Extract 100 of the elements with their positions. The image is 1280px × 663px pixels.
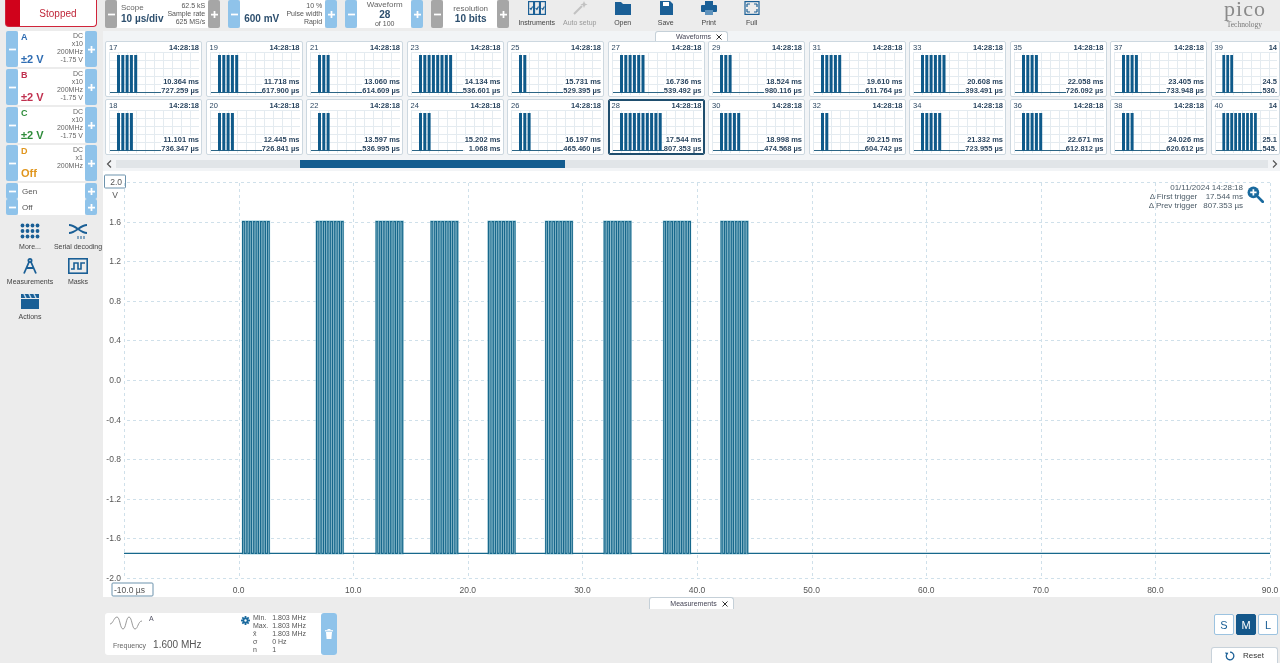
pulse-train-drawing: [712, 52, 764, 95]
pulse-train-drawing: [511, 52, 563, 95]
axis-label: 30.0: [574, 584, 591, 595]
setting-title: Scope: [121, 3, 145, 12]
plus-icon: [87, 121, 95, 129]
channel-range: ±2 V: [21, 129, 44, 141]
pulse-train-drawing: [410, 110, 463, 153]
decrease-button[interactable]: [345, 0, 358, 28]
decrease-button[interactable]: [228, 0, 241, 28]
plus-icon: [87, 187, 95, 195]
reset-button[interactable]: Reset: [1211, 647, 1278, 663]
clapperboard-icon: [20, 293, 40, 309]
axis-offset-handle[interactable]: -10.0 µs: [111, 582, 154, 597]
decrease-button[interactable]: [6, 31, 18, 67]
size-option-button[interactable]: S: [1214, 614, 1234, 635]
pulse-train-drawing: [1214, 52, 1263, 95]
zoom-in-icon[interactable]: [1247, 186, 1264, 203]
axis-label: -1.6: [106, 533, 121, 544]
info-value: 807.353 µs: [1203, 201, 1243, 210]
plus-icon: [87, 83, 95, 91]
increase-button[interactable]: [85, 107, 97, 143]
close-icon[interactable]: [721, 600, 728, 607]
increase-button[interactable]: [85, 199, 97, 215]
plus-icon: [87, 203, 95, 211]
close-icon[interactable]: [716, 33, 723, 40]
channel-name: B: [21, 70, 29, 80]
generator-setting[interactable]: Off: [18, 199, 85, 215]
compass-icon: [20, 258, 40, 274]
channel-name: C: [21, 108, 29, 118]
decrease-button[interactable]: [6, 69, 18, 105]
delete-button[interactable]: [321, 613, 337, 655]
pulse-train-drawing: [1013, 52, 1066, 95]
channel-range: ±2 V: [21, 53, 44, 65]
reset-icon: [1225, 650, 1236, 661]
plus-icon: [87, 45, 95, 53]
increase-button[interactable]: [325, 0, 338, 28]
plus-icon: [413, 10, 421, 18]
chevron-right-icon[interactable]: [1272, 160, 1278, 168]
pulse-train-drawing: [310, 110, 362, 153]
setting-value: 10 bits: [454, 13, 487, 24]
setting-value: 28: [379, 9, 391, 20]
pulse-train-drawing: [1114, 110, 1166, 153]
expand-icon: [742, 1, 761, 15]
axis-label: -1.2: [106, 493, 121, 504]
channel-name: A: [21, 32, 29, 42]
axis-scale-handle[interactable]: 2.0: [104, 174, 126, 189]
pulse-train-drawing: [109, 110, 161, 153]
pulse-train-drawing: [209, 110, 262, 153]
pulse-train-drawing: [611, 110, 664, 153]
axis-label: 80.0: [1147, 584, 1164, 595]
pulse-train-drawing: [1114, 52, 1166, 95]
pulse-train-drawing: [913, 110, 965, 153]
settings-icon[interactable]: [241, 616, 250, 625]
decrease-button[interactable]: [6, 145, 18, 181]
dot-grid-icon: [20, 223, 40, 239]
capture-timestamp: 01/11/2024 14:28:18: [1169, 183, 1243, 192]
channel-range: ±2 V: [21, 91, 44, 103]
plus-icon: [499, 10, 507, 18]
axis-label: 70.0: [1032, 584, 1050, 595]
pulse-train-drawing: [511, 110, 563, 153]
pulse-train-drawing: [310, 52, 362, 95]
axis-label: 40.0: [688, 584, 706, 595]
decrease-button[interactable]: [6, 199, 18, 215]
increase-button[interactable]: [411, 0, 424, 28]
axis-label: 0.0: [109, 375, 121, 385]
stop-button[interactable]: Stopped: [5, 0, 97, 27]
increase-button[interactable]: [85, 145, 97, 181]
size-option-button[interactable]: L: [1258, 614, 1278, 635]
axis-label: 1.6: [109, 216, 121, 227]
axis-label: 10.0: [344, 584, 362, 595]
scrollbar-thumb[interactable]: [300, 160, 566, 168]
pulse-train-drawing: [410, 52, 463, 95]
pulse-train-drawing: [712, 110, 764, 153]
decrease-button[interactable]: [6, 183, 18, 199]
setting-value: 600 mV: [244, 13, 280, 25]
pulse-train-drawing: [913, 52, 965, 95]
axis-label: 0.8: [109, 295, 121, 306]
axis-label: 50.0: [803, 584, 820, 595]
horizontal-scrollbar[interactable]: [116, 160, 1268, 168]
size-option-button[interactable]: M: [1236, 614, 1256, 635]
info-value: 17.544 ms: [1204, 192, 1243, 201]
pulse-train-drawing: [812, 52, 865, 95]
info-label: Δ First trigger: [1148, 192, 1198, 201]
channel-range: Off: [21, 167, 37, 179]
setting-value: 10 µs/div: [121, 13, 164, 25]
generator-setting[interactable]: Gen: [18, 183, 85, 199]
pulse-train-drawing: [1013, 110, 1066, 153]
increase-button[interactable]: [85, 69, 97, 105]
sine-wave-icon: [109, 615, 143, 631]
axis-label: 0.4: [109, 335, 121, 346]
plus-icon: [327, 10, 335, 18]
info-label: Δ Prev trigger: [1148, 201, 1198, 210]
pulse-train-drawing: [209, 52, 262, 95]
increase-button[interactable]: [85, 183, 97, 199]
decrease-button[interactable]: [6, 107, 18, 143]
measurement-value: 1.600 MHz: [153, 639, 202, 650]
increase-button[interactable]: [85, 31, 97, 67]
axis-label: -0.4: [106, 414, 121, 425]
chevron-left-icon[interactable]: [106, 160, 112, 168]
panels-icon: [527, 1, 546, 15]
